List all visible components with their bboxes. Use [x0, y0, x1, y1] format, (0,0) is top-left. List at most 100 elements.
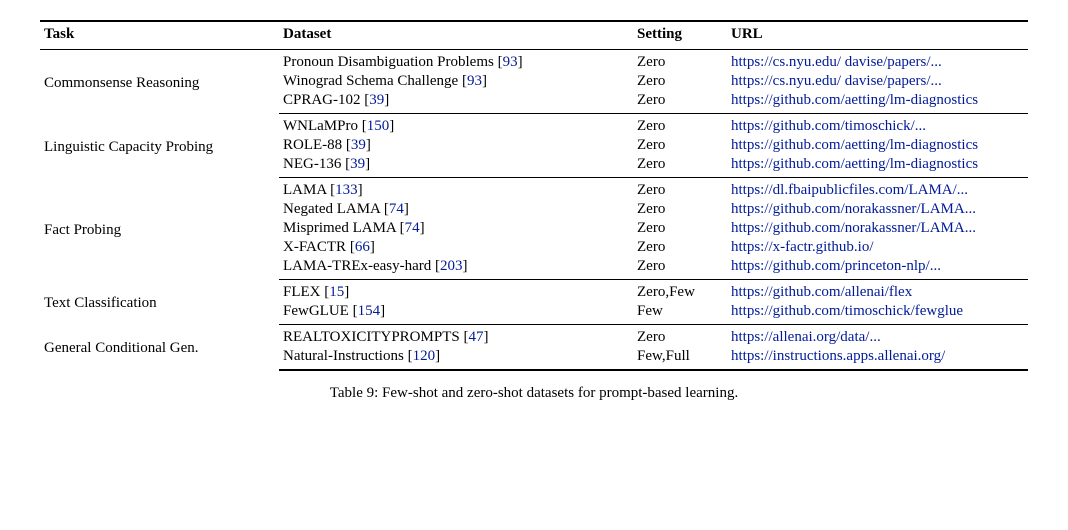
citation-ref[interactable]: 74: [389, 201, 404, 217]
url-link[interactable]: https://github.com/aetting/lm-diagnostic…: [731, 137, 978, 153]
url-cell: https://github.com/aetting/lm-diagnostic…: [727, 91, 1028, 114]
dataset-cell: REALTOXICITYPROMPTS [47]: [279, 325, 633, 348]
dataset-name: Natural-Instructions: [283, 348, 408, 364]
dataset-cell: LAMA [133]: [279, 178, 633, 201]
dataset-cell: ROLE-88 [39]: [279, 136, 633, 155]
url-cell: https://dl.fbaipublicfiles.com/LAMA/...: [727, 178, 1028, 201]
dataset-name: Negated LAMA: [283, 201, 384, 217]
setting-cell: Zero: [633, 114, 727, 137]
url-link[interactable]: https://cs.nyu.edu/ davise/papers/...: [731, 54, 942, 70]
url-cell: https://cs.nyu.edu/ davise/papers/...: [727, 50, 1028, 73]
dataset-cell: FLEX [15]: [279, 280, 633, 303]
dataset-name: LAMA-TREx-easy-hard: [283, 258, 435, 274]
citation-ref[interactable]: 133: [335, 182, 358, 198]
citation-ref[interactable]: 66: [355, 239, 370, 255]
url-cell: https://cs.nyu.edu/ davise/papers/...: [727, 72, 1028, 91]
dataset-cell: CPRAG-102 [39]: [279, 91, 633, 114]
setting-cell: Zero: [633, 72, 727, 91]
url-link[interactable]: https://allenai.org/data/...: [731, 329, 881, 345]
url-link[interactable]: https://dl.fbaipublicfiles.com/LAMA/...: [731, 182, 968, 198]
setting-cell: Zero: [633, 50, 727, 73]
dataset-cell: LAMA-TREx-easy-hard [203]: [279, 257, 633, 280]
citation-ref[interactable]: 39: [351, 137, 366, 153]
citation-ref[interactable]: 203: [440, 258, 463, 274]
citation-ref[interactable]: 39: [350, 156, 365, 172]
url-link[interactable]: https://instructions.apps.allenai.org/: [731, 348, 945, 364]
setting-cell: Zero: [633, 219, 727, 238]
dataset-cell: Winograd Schema Challenge [93]: [279, 72, 633, 91]
dataset-cell: Negated LAMA [74]: [279, 200, 633, 219]
header-row: Task Dataset Setting URL: [40, 21, 1028, 50]
dataset-cell: Natural-Instructions [120]: [279, 347, 633, 370]
url-link[interactable]: https://cs.nyu.edu/ davise/papers/...: [731, 73, 942, 89]
setting-cell: Zero: [633, 200, 727, 219]
citation-ref[interactable]: 15: [329, 284, 344, 300]
url-cell: https://github.com/princeton-nlp/...: [727, 257, 1028, 280]
setting-cell: Few: [633, 302, 727, 325]
setting-cell: Zero,Few: [633, 280, 727, 303]
task-cell: General Conditional Gen.: [40, 325, 279, 371]
url-cell: https://github.com/timoschick/fewglue: [727, 302, 1028, 325]
dataset-name: LAMA: [283, 182, 330, 198]
dataset-cell: X-FACTR [66]: [279, 238, 633, 257]
task-cell: Commonsense Reasoning: [40, 50, 279, 114]
dataset-name: CPRAG-102: [283, 92, 364, 108]
header-url: URL: [727, 21, 1028, 50]
url-cell: https://x-factr.github.io/: [727, 238, 1028, 257]
url-cell: https://github.com/aetting/lm-diagnostic…: [727, 136, 1028, 155]
table-row: Commonsense ReasoningPronoun Disambiguat…: [40, 50, 1028, 73]
url-link[interactable]: https://github.com/norakassner/LAMA...: [731, 220, 976, 236]
setting-cell: Zero: [633, 91, 727, 114]
citation-ref[interactable]: 74: [405, 220, 420, 236]
dataset-name: Pronoun Disambiguation Problems: [283, 54, 498, 70]
url-link[interactable]: https://github.com/timoschick/fewglue: [731, 303, 963, 319]
url-link[interactable]: https://github.com/princeton-nlp/...: [731, 258, 941, 274]
datasets-table: Task Dataset Setting URL Commonsense Rea…: [40, 20, 1028, 371]
url-link[interactable]: https://github.com/norakassner/LAMA...: [731, 201, 976, 217]
dataset-cell: NEG-136 [39]: [279, 155, 633, 178]
setting-cell: Zero: [633, 325, 727, 348]
dataset-name: X-FACTR: [283, 239, 350, 255]
dataset-name: ROLE-88: [283, 137, 346, 153]
task-cell: Linguistic Capacity Probing: [40, 114, 279, 178]
setting-cell: Zero: [633, 178, 727, 201]
setting-cell: Zero: [633, 136, 727, 155]
url-cell: https://github.com/timoschick/...: [727, 114, 1028, 137]
header-dataset: Dataset: [279, 21, 633, 50]
url-link[interactable]: https://github.com/allenai/flex: [731, 284, 912, 300]
citation-ref[interactable]: 120: [413, 348, 436, 364]
citation-ref[interactable]: 150: [367, 118, 390, 134]
url-cell: https://github.com/allenai/flex: [727, 280, 1028, 303]
citation-ref[interactable]: 93: [503, 54, 518, 70]
url-cell: https://allenai.org/data/...: [727, 325, 1028, 348]
table-row: Fact ProbingLAMA [133]Zerohttps://dl.fba…: [40, 178, 1028, 201]
dataset-name: WNLaMPro: [283, 118, 362, 134]
url-link[interactable]: https://github.com/aetting/lm-diagnostic…: [731, 156, 978, 172]
dataset-cell: WNLaMPro [150]: [279, 114, 633, 137]
citation-ref[interactable]: 154: [358, 303, 381, 319]
header-task: Task: [40, 21, 279, 50]
url-link[interactable]: https://x-factr.github.io/: [731, 239, 874, 255]
dataset-name: FLEX: [283, 284, 324, 300]
citation-ref[interactable]: 47: [468, 329, 483, 345]
task-cell: Text Classification: [40, 280, 279, 325]
url-cell: https://instructions.apps.allenai.org/: [727, 347, 1028, 370]
table-caption: Table 9: Few-shot and zero-shot datasets…: [40, 385, 1028, 402]
url-cell: https://github.com/norakassner/LAMA...: [727, 219, 1028, 238]
citation-ref[interactable]: 39: [369, 92, 384, 108]
dataset-name: Winograd Schema Challenge: [283, 73, 462, 89]
url-link[interactable]: https://github.com/timoschick/...: [731, 118, 926, 134]
dataset-name: Misprimed LAMA: [283, 220, 400, 236]
setting-cell: Zero: [633, 257, 727, 280]
url-cell: https://github.com/norakassner/LAMA...: [727, 200, 1028, 219]
dataset-name: NEG-136: [283, 156, 345, 172]
dataset-name: REALTOXICITYPROMPTS: [283, 329, 463, 345]
table-row: Linguistic Capacity ProbingWNLaMPro [150…: [40, 114, 1028, 137]
url-link[interactable]: https://github.com/aetting/lm-diagnostic…: [731, 92, 978, 108]
dataset-cell: Pronoun Disambiguation Problems [93]: [279, 50, 633, 73]
task-cell: Fact Probing: [40, 178, 279, 280]
citation-ref[interactable]: 93: [467, 73, 482, 89]
setting-cell: Zero: [633, 238, 727, 257]
table-row: General Conditional Gen.REALTOXICITYPROM…: [40, 325, 1028, 348]
dataset-name: FewGLUE: [283, 303, 353, 319]
